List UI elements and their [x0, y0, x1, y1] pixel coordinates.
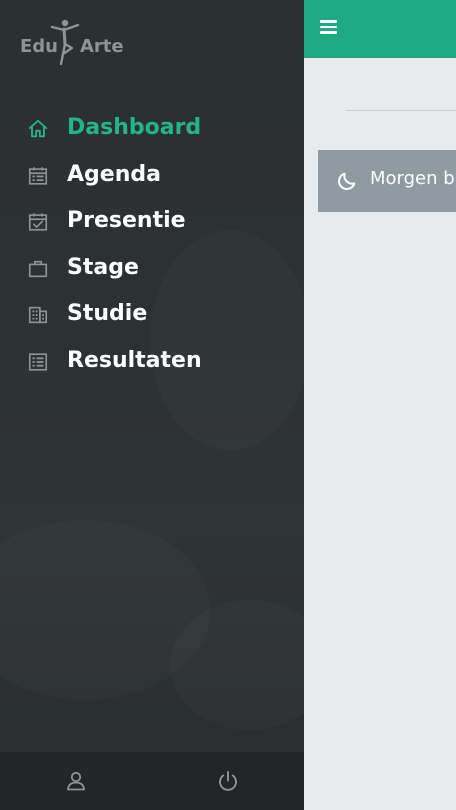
moon-icon: [338, 172, 356, 190]
sidebar-item-presentie[interactable]: Presentie: [0, 199, 304, 246]
sidebar-item-label: Presentie: [67, 208, 186, 233]
sidebar-item-label: Agenda: [67, 161, 161, 187]
content-divider: [346, 110, 456, 111]
sidebar-item-studie[interactable]: Studie: [0, 292, 304, 339]
app-screen: Morgen b Edu Arte Dashboard Agenda Prese…: [0, 0, 456, 810]
eduarte-logo: Edu Arte: [20, 18, 140, 66]
sidebar-item-agenda[interactable]: Agenda: [0, 153, 304, 200]
calendar-icon: [28, 166, 48, 185]
sidebar-item-label: Dashboard: [67, 115, 202, 140]
top-bar: [304, 0, 456, 58]
notice-text: Morgen b: [370, 168, 455, 189]
logo-text-right: Arte: [80, 36, 124, 57]
sidebar-menu: Dashboard Agenda Presentie Stage Studie …: [0, 106, 304, 385]
tomorrow-notice-card[interactable]: Morgen b: [318, 150, 456, 212]
sidebar-item-resultaten[interactable]: Resultaten: [0, 339, 304, 386]
calendar-check-icon: [28, 213, 48, 231]
sidebar-item-stage[interactable]: Stage: [0, 246, 304, 293]
sidebar-item-label: Studie: [67, 301, 148, 326]
sidebar-item-label: Stage: [67, 254, 139, 280]
sidebar-item-label: Resultaten: [67, 347, 202, 373]
list-icon: [28, 352, 48, 371]
user-icon[interactable]: [64, 769, 88, 793]
building-icon: [28, 306, 48, 324]
sidebar-footer: [0, 752, 304, 810]
home-icon: [28, 119, 48, 138]
dancer-logo-icon: [50, 19, 80, 66]
sidebar-item-dashboard[interactable]: Dashboard: [0, 106, 304, 153]
briefcase-icon: [28, 260, 48, 277]
sidebar-drawer: Edu Arte Dashboard Agenda Presentie Stag…: [0, 0, 304, 810]
power-icon[interactable]: [216, 769, 240, 793]
menu-icon[interactable]: [320, 20, 337, 34]
